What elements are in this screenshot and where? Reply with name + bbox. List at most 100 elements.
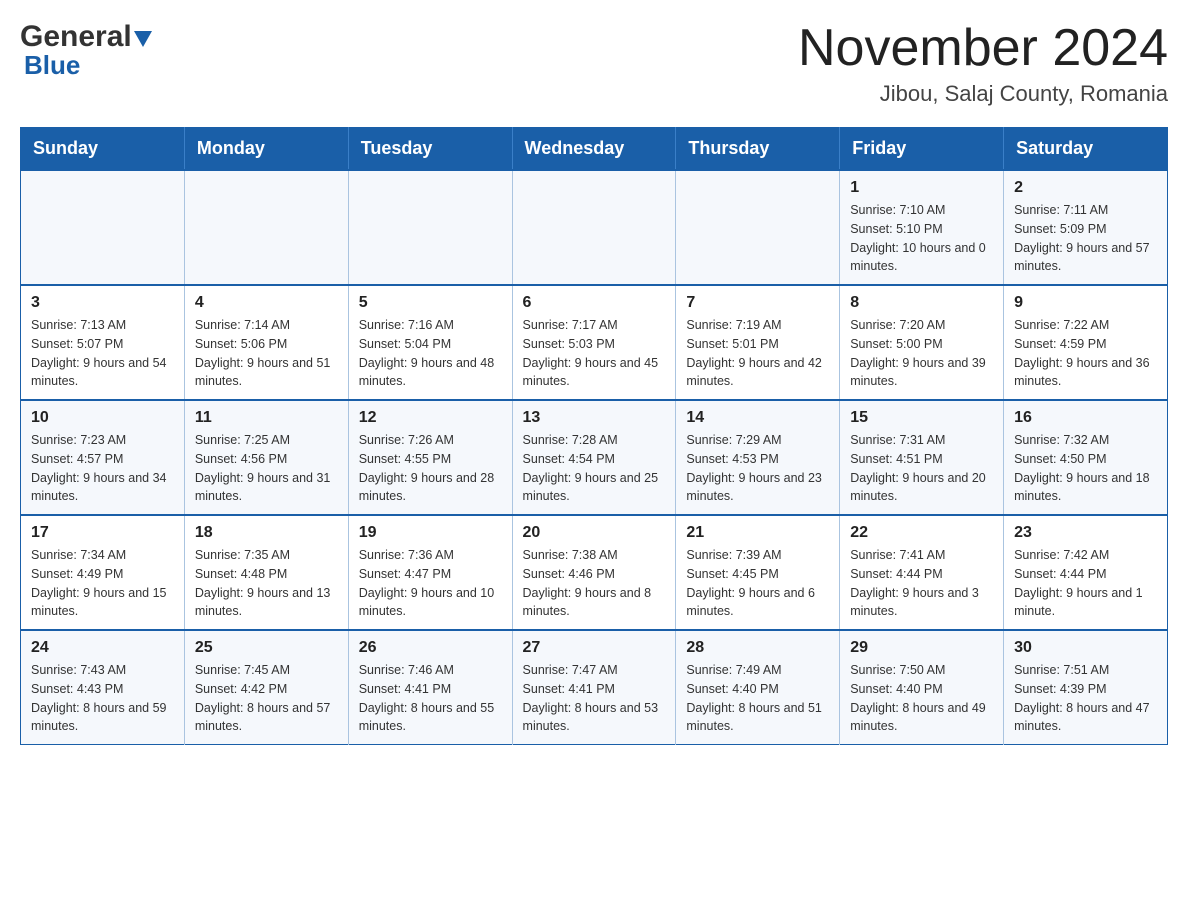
logo-triangle-icon: [134, 31, 152, 47]
day-info: Sunrise: 7:23 AMSunset: 4:57 PMDaylight:…: [31, 431, 174, 506]
location: Jibou, Salaj County, Romania: [798, 81, 1168, 107]
table-row: 17 Sunrise: 7:34 AMSunset: 4:49 PMDayligh…: [21, 515, 185, 630]
day-number: 15: [850, 409, 993, 427]
day-number: 20: [523, 524, 666, 542]
col-tuesday: Tuesday: [348, 128, 512, 171]
day-info: Sunrise: 7:50 AMSunset: 4:40 PMDaylight:…: [850, 661, 993, 736]
col-wednesday: Wednesday: [512, 128, 676, 171]
calendar-row-2: 3 Sunrise: 7:13 AMSunset: 5:07 PMDaylight…: [21, 285, 1168, 400]
page-header: General Blue November 2024 Jibou, Salaj …: [20, 20, 1168, 107]
logo-general-text: General: [20, 20, 132, 54]
title-area: November 2024 Jibou, Salaj County, Roman…: [798, 20, 1168, 107]
table-row: 24 Sunrise: 7:43 AMSunset: 4:43 PMDayligh…: [21, 630, 185, 745]
day-info: Sunrise: 7:22 AMSunset: 4:59 PMDaylight:…: [1014, 316, 1157, 391]
day-info: Sunrise: 7:17 AMSunset: 5:03 PMDaylight:…: [523, 316, 666, 391]
logo: General Blue: [20, 20, 152, 81]
day-info: Sunrise: 7:51 AMSunset: 4:39 PMDaylight:…: [1014, 661, 1157, 736]
table-row: 8 Sunrise: 7:20 AMSunset: 5:00 PMDaylight…: [840, 285, 1004, 400]
table-row: 16 Sunrise: 7:32 AMSunset: 4:50 PMDayligh…: [1004, 400, 1168, 515]
day-info: Sunrise: 7:20 AMSunset: 5:00 PMDaylight:…: [850, 316, 993, 391]
day-info: Sunrise: 7:32 AMSunset: 4:50 PMDaylight:…: [1014, 431, 1157, 506]
day-number: 16: [1014, 409, 1157, 427]
calendar-row-1: 1Sunrise: 7:10 AMSunset: 5:10 PMDaylight…: [21, 170, 1168, 285]
day-number: 26: [359, 639, 502, 657]
table-row: 5 Sunrise: 7:16 AMSunset: 5:04 PMDaylight…: [348, 285, 512, 400]
table-row: 2Sunrise: 7:11 AMSunset: 5:09 PMDaylight…: [1004, 170, 1168, 285]
day-info: Sunrise: 7:45 AMSunset: 4:42 PMDaylight:…: [195, 661, 338, 736]
day-info: Sunrise: 7:34 AMSunset: 4:49 PMDaylight:…: [31, 546, 174, 621]
day-info: Sunrise: 7:38 AMSunset: 4:46 PMDaylight:…: [523, 546, 666, 621]
table-row: 7Sunrise: 7:19 AMSunset: 5:01 PMDaylight…: [676, 285, 840, 400]
table-row: 26Sunrise: 7:46 AMSunset: 4:41 PMDayligh…: [348, 630, 512, 745]
table-row: [184, 170, 348, 285]
table-row: 28 Sunrise: 7:49 AMSunset: 4:40 PMDayligh…: [676, 630, 840, 745]
day-number: 5: [359, 294, 502, 312]
day-number: 25: [195, 639, 338, 657]
table-row: 22 Sunrise: 7:41 AMSunset: 4:44 PMDayligh…: [840, 515, 1004, 630]
day-number: 13: [523, 409, 666, 427]
col-monday: Monday: [184, 128, 348, 171]
day-info: Sunrise: 7:41 AMSunset: 4:44 PMDaylight:…: [850, 546, 993, 621]
table-row: 1Sunrise: 7:10 AMSunset: 5:10 PMDaylight…: [840, 170, 1004, 285]
month-title: November 2024: [798, 20, 1168, 77]
col-saturday: Saturday: [1004, 128, 1168, 171]
day-info: Sunrise: 7:43 AMSunset: 4:43 PMDaylight:…: [31, 661, 174, 736]
day-number: 11: [195, 409, 338, 427]
day-number: 9: [1014, 294, 1157, 312]
day-info: Sunrise: 7:35 AMSunset: 4:48 PMDaylight:…: [195, 546, 338, 621]
col-thursday: Thursday: [676, 128, 840, 171]
table-row: 25 Sunrise: 7:45 AMSunset: 4:42 PMDayligh…: [184, 630, 348, 745]
day-info: Sunrise: 7:16 AMSunset: 5:04 PMDaylight:…: [359, 316, 502, 391]
table-row: 23Sunrise: 7:42 AMSunset: 4:44 PMDayligh…: [1004, 515, 1168, 630]
table-row: 11 Sunrise: 7:25 AMSunset: 4:56 PMDayligh…: [184, 400, 348, 515]
table-row: [21, 170, 185, 285]
day-info: Sunrise: 7:36 AMSunset: 4:47 PMDaylight:…: [359, 546, 502, 621]
day-number: 14: [686, 409, 829, 427]
day-number: 21: [686, 524, 829, 542]
table-row: 9 Sunrise: 7:22 AMSunset: 4:59 PMDaylight…: [1004, 285, 1168, 400]
day-info: Sunrise: 7:25 AMSunset: 4:56 PMDaylight:…: [195, 431, 338, 506]
logo-blue-text: Blue: [24, 50, 80, 81]
table-row: 29 Sunrise: 7:50 AMSunset: 4:40 PMDayligh…: [840, 630, 1004, 745]
day-number: 29: [850, 639, 993, 657]
col-sunday: Sunday: [21, 128, 185, 171]
table-row: [348, 170, 512, 285]
calendar-header-row: Sunday Monday Tuesday Wednesday Thursday…: [21, 128, 1168, 171]
day-number: 19: [359, 524, 502, 542]
table-row: 30 Sunrise: 7:51 AMSunset: 4:39 PMDayligh…: [1004, 630, 1168, 745]
day-info: Sunrise: 7:42 AMSunset: 4:44 PMDaylight:…: [1014, 546, 1157, 621]
day-number: 12: [359, 409, 502, 427]
day-number: 28: [686, 639, 829, 657]
day-info: Sunrise: 7:49 AMSunset: 4:40 PMDaylight:…: [686, 661, 829, 736]
table-row: 6 Sunrise: 7:17 AMSunset: 5:03 PMDaylight…: [512, 285, 676, 400]
day-info: Sunrise: 7:14 AMSunset: 5:06 PMDaylight:…: [195, 316, 338, 391]
day-info: Sunrise: 7:31 AMSunset: 4:51 PMDaylight:…: [850, 431, 993, 506]
day-number: 3: [31, 294, 174, 312]
calendar-table: Sunday Monday Tuesday Wednesday Thursday…: [20, 127, 1168, 745]
day-number: 18: [195, 524, 338, 542]
day-info: Sunrise: 7:28 AMSunset: 4:54 PMDaylight:…: [523, 431, 666, 506]
day-number: 8: [850, 294, 993, 312]
day-info: Sunrise: 7:13 AMSunset: 5:07 PMDaylight:…: [31, 316, 174, 391]
day-info: Sunrise: 7:29 AMSunset: 4:53 PMDaylight:…: [686, 431, 829, 506]
day-number: 17: [31, 524, 174, 542]
calendar-row-3: 10Sunrise: 7:23 AMSunset: 4:57 PMDayligh…: [21, 400, 1168, 515]
table-row: [512, 170, 676, 285]
table-row: 3 Sunrise: 7:13 AMSunset: 5:07 PMDaylight…: [21, 285, 185, 400]
day-info: Sunrise: 7:39 AMSunset: 4:45 PMDaylight:…: [686, 546, 829, 621]
day-info: Sunrise: 7:47 AMSunset: 4:41 PMDaylight:…: [523, 661, 666, 736]
table-row: 10Sunrise: 7:23 AMSunset: 4:57 PMDayligh…: [21, 400, 185, 515]
table-row: 20 Sunrise: 7:38 AMSunset: 4:46 PMDayligh…: [512, 515, 676, 630]
table-row: 27Sunrise: 7:47 AMSunset: 4:41 PMDayligh…: [512, 630, 676, 745]
day-number: 24: [31, 639, 174, 657]
table-row: 15 Sunrise: 7:31 AMSunset: 4:51 PMDayligh…: [840, 400, 1004, 515]
day-number: 2: [1014, 179, 1157, 197]
col-friday: Friday: [840, 128, 1004, 171]
day-number: 30: [1014, 639, 1157, 657]
day-number: 6: [523, 294, 666, 312]
day-number: 22: [850, 524, 993, 542]
table-row: 4Sunrise: 7:14 AMSunset: 5:06 PMDaylight…: [184, 285, 348, 400]
day-info: Sunrise: 7:10 AMSunset: 5:10 PMDaylight:…: [850, 201, 993, 276]
table-row: 18 Sunrise: 7:35 AMSunset: 4:48 PMDayligh…: [184, 515, 348, 630]
calendar-row-5: 24 Sunrise: 7:43 AMSunset: 4:43 PMDayligh…: [21, 630, 1168, 745]
